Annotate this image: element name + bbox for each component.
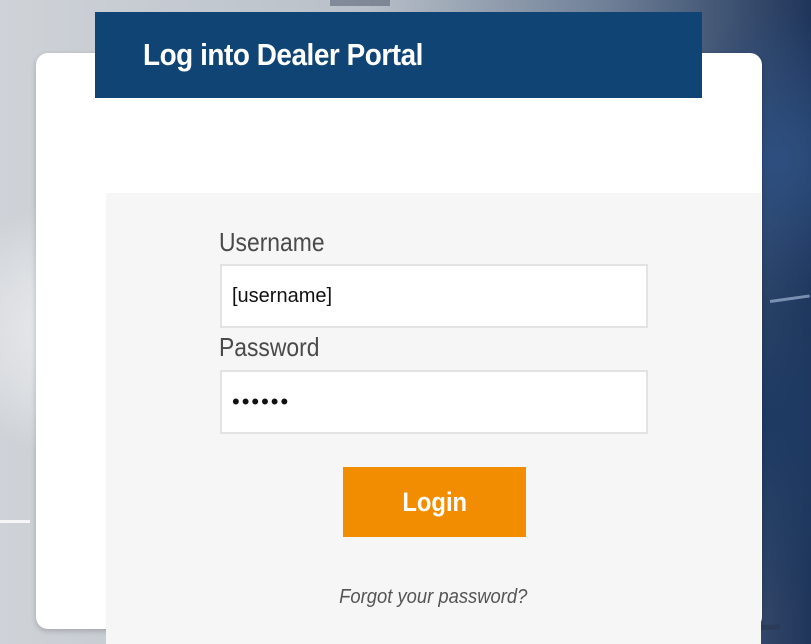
login-card: Username Password Login Forgot your pass… xyxy=(36,53,762,644)
forgot-password-link[interactable]: Forgot your password? xyxy=(106,586,761,609)
username-input[interactable] xyxy=(220,264,648,328)
background-decoration xyxy=(769,294,810,303)
header-banner: Log into Dealer Portal xyxy=(95,12,702,98)
login-button[interactable]: Login xyxy=(343,467,526,537)
background-decoration xyxy=(330,0,390,6)
login-form: Username Password Login Forgot your pass… xyxy=(106,193,761,644)
login-button-label: Login xyxy=(402,486,467,517)
page-title: Log into Dealer Portal xyxy=(143,37,423,72)
forgot-password-label: Forgot your password? xyxy=(339,586,528,608)
login-page: Username Password Login Forgot your pass… xyxy=(0,0,811,644)
username-label: Username xyxy=(219,227,325,257)
password-input[interactable] xyxy=(220,370,648,434)
password-label: Password xyxy=(219,332,320,362)
background-decoration xyxy=(0,520,30,523)
